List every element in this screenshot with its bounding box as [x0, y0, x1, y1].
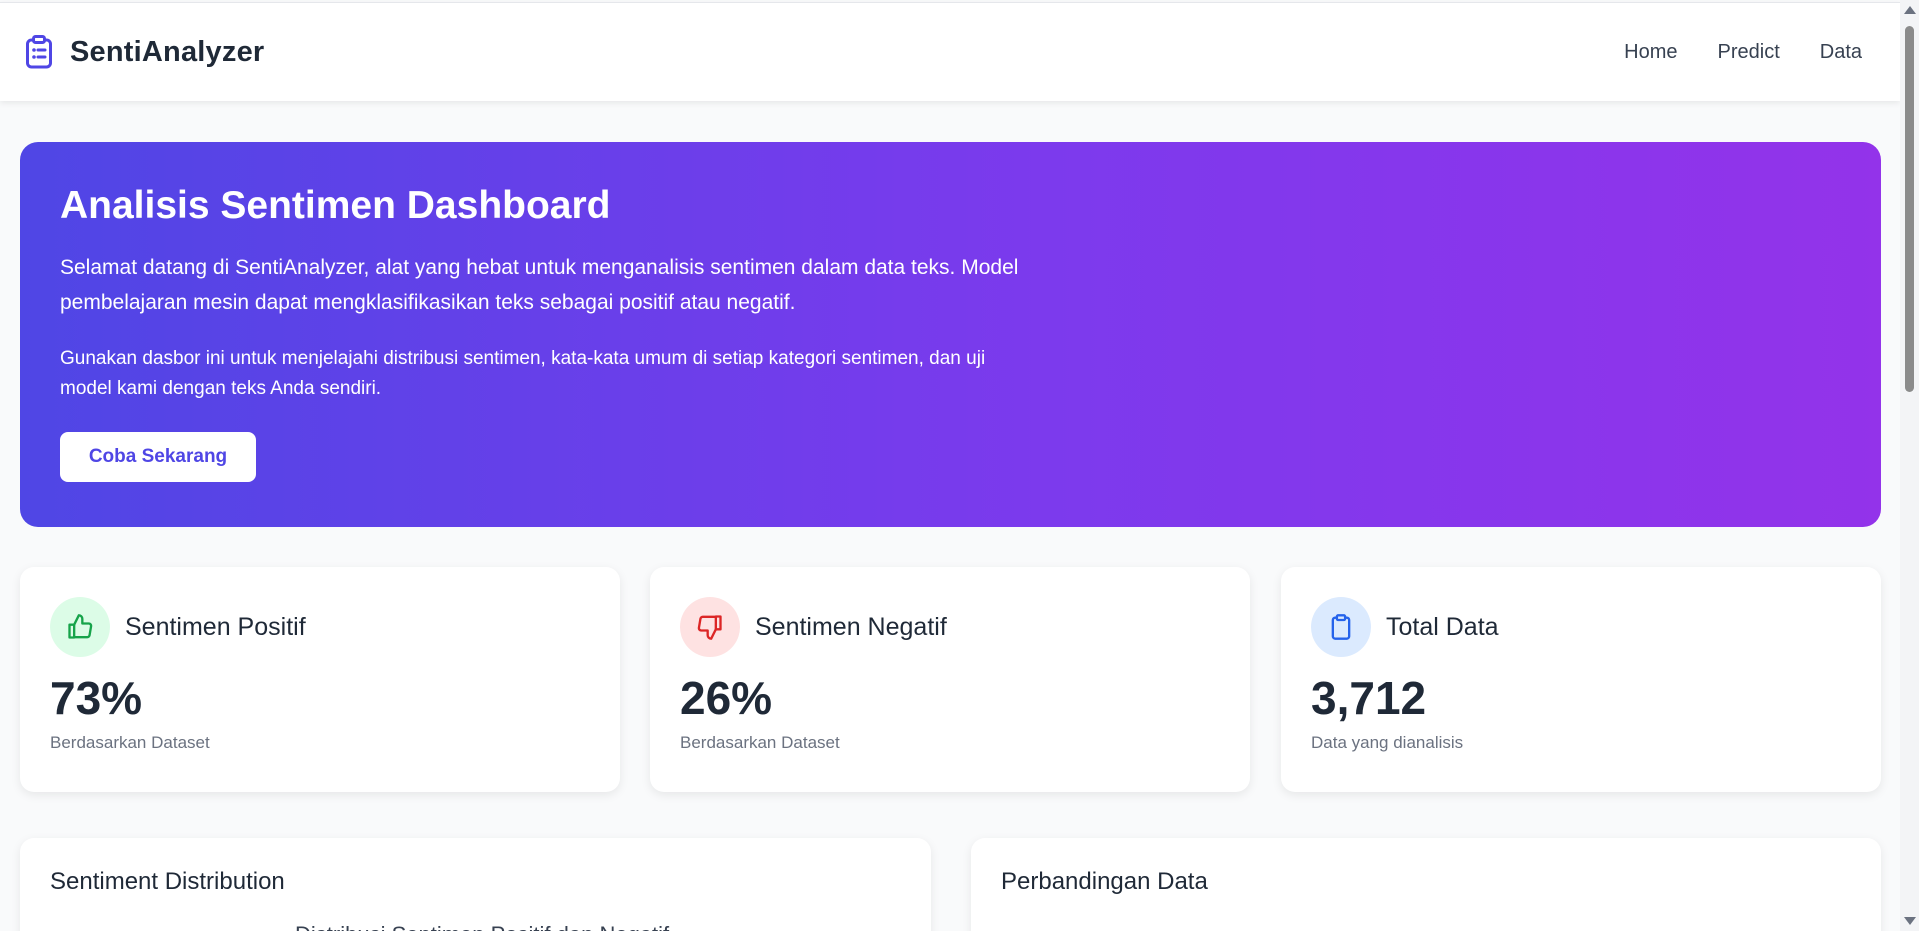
stat-card-header: Total Data	[1311, 597, 1851, 657]
hero-note: Gunakan dasbor ini untuk menjelajahi dis…	[60, 348, 986, 399]
vertical-scrollbar[interactable]	[1900, 0, 1919, 931]
stat-card-title: Total Data	[1386, 612, 1499, 641]
stat-card-negative: Sentimen Negatif 26% Berdasarkan Dataset	[650, 567, 1250, 792]
stat-card-value: 3,712	[1311, 672, 1427, 724]
stat-card-header: Sentimen Negatif	[680, 597, 1220, 657]
panel-title: Perbandingan Data	[1001, 868, 1208, 895]
scroll-up-icon[interactable]	[1904, 6, 1916, 14]
clipboard-list-icon	[24, 34, 54, 70]
stat-card-subtitle: Berdasarkan Dataset	[50, 733, 210, 752]
nav-link-home[interactable]: Home	[1624, 41, 1677, 64]
clipboard-icon	[1311, 597, 1371, 657]
thumbs-up-icon	[50, 597, 110, 657]
brand-name: SentiAnalyzer	[70, 35, 265, 68]
panel-title: Sentiment Distribution	[50, 868, 285, 895]
scrollbar-thumb[interactable]	[1905, 26, 1914, 392]
stat-card-positive: Sentimen Positif 73% Berdasarkan Dataset	[20, 567, 620, 792]
hero-banner: Analisis Sentimen Dashboard Selamat data…	[20, 142, 1881, 527]
chart-title: Distribusi Sentimen Positif dan Negatif	[295, 922, 669, 931]
page: SentiAnalyzer Home Predict Data Analisis…	[0, 0, 1900, 931]
nav-links: Home Predict Data	[1624, 41, 1862, 64]
stat-card-title: Sentimen Positif	[125, 612, 306, 641]
stat-card-title: Sentimen Negatif	[755, 612, 947, 641]
stat-card-value: 26%	[680, 672, 773, 724]
stat-card-header: Sentimen Positif	[50, 597, 590, 657]
stat-card-value: 73%	[50, 672, 143, 724]
sentiment-distribution-panel: Sentiment Distribution Distribusi Sentim…	[20, 838, 931, 931]
stat-card-subtitle: Berdasarkan Dataset	[680, 733, 840, 752]
scroll-down-icon[interactable]	[1904, 917, 1916, 925]
top-navbar: SentiAnalyzer Home Predict Data	[0, 2, 1900, 101]
nav-link-data[interactable]: Data	[1820, 41, 1862, 64]
brand[interactable]: SentiAnalyzer	[24, 34, 264, 70]
try-now-button[interactable]: Coba Sekarang	[60, 432, 256, 482]
stat-card-subtitle: Data yang dianalisis	[1311, 733, 1464, 752]
stat-card-total: Total Data 3,712 Data yang dianalisis	[1281, 567, 1881, 792]
hero-title: Analisis Sentimen Dashboard	[60, 184, 611, 227]
hero-lead: Selamat datang di SentiAnalyzer, alat ya…	[60, 256, 1019, 314]
nav-link-predict[interactable]: Predict	[1718, 41, 1780, 64]
data-comparison-panel: Perbandingan Data	[971, 838, 1881, 931]
thumbs-down-icon	[680, 597, 740, 657]
